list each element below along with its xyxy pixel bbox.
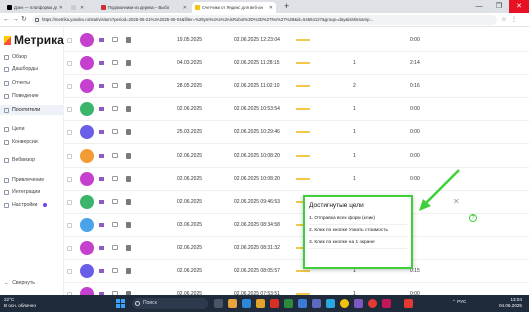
system-tray[interactable]: ⌃ РУС bbox=[452, 299, 466, 305]
chrome-icon[interactable] bbox=[340, 299, 349, 308]
taskbar-search[interactable]: Поиск bbox=[132, 298, 208, 309]
app-icon[interactable] bbox=[284, 299, 293, 308]
annotation-arrow bbox=[419, 169, 460, 211]
yandex-browser-icon[interactable] bbox=[368, 299, 377, 308]
weather-text: В осн. облачно bbox=[4, 303, 36, 308]
yandex-app-icon[interactable] bbox=[404, 299, 413, 308]
weather-widget[interactable]: 22°C В осн. облачно bbox=[4, 297, 36, 309]
app-icon[interactable] bbox=[382, 299, 391, 308]
windows-taskbar: 22°C В осн. облачно Поиск ⌃ РУС 13:04 04… bbox=[0, 295, 529, 312]
telegram-icon[interactable] bbox=[326, 299, 335, 308]
taskbar-clock[interactable]: 13:04 04.06.2025 bbox=[499, 297, 522, 309]
app-icon[interactable] bbox=[354, 299, 363, 308]
tray-chevron-icon[interactable]: ⌃ bbox=[452, 299, 456, 304]
app-icon[interactable] bbox=[270, 299, 279, 308]
arrow-shaft bbox=[424, 169, 460, 205]
search-placeholder: Поиск bbox=[143, 300, 157, 306]
app-icon[interactable] bbox=[256, 299, 265, 308]
app-icon[interactable] bbox=[312, 299, 321, 308]
task-view-icon[interactable] bbox=[214, 299, 223, 308]
file-explorer-icon[interactable] bbox=[228, 299, 237, 308]
windows-start-icon[interactable] bbox=[116, 299, 125, 308]
search-icon bbox=[135, 301, 140, 306]
app-icon[interactable] bbox=[298, 299, 307, 308]
language-indicator[interactable]: РУС bbox=[457, 299, 466, 304]
clock-date: 04.06.2025 bbox=[499, 303, 522, 308]
store-icon[interactable] bbox=[242, 299, 251, 308]
